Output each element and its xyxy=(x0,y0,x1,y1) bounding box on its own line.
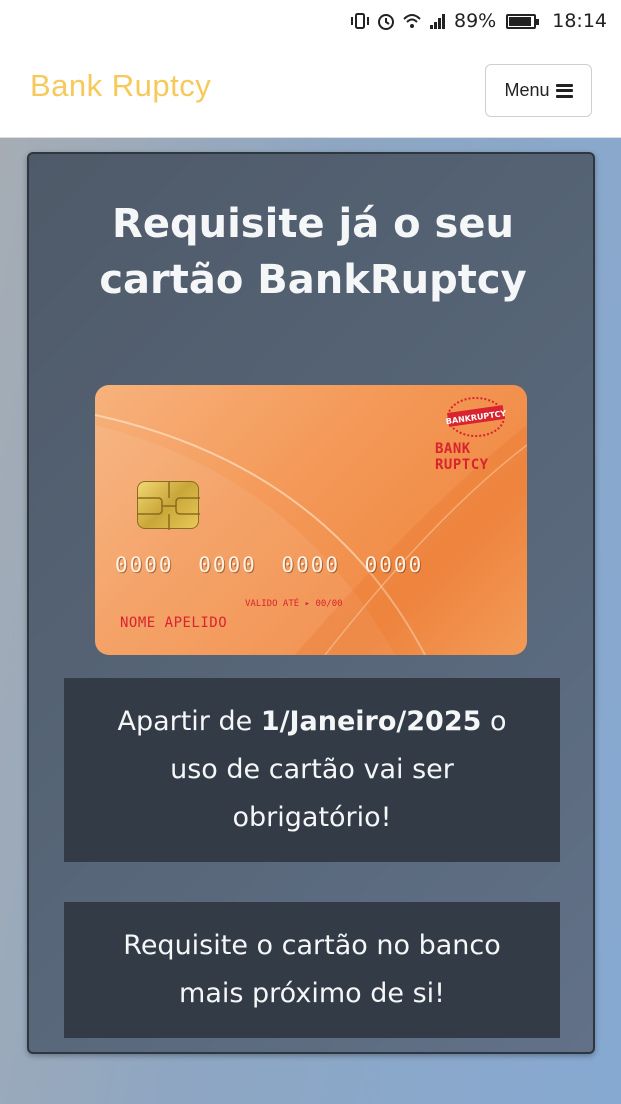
notice-text: Apartir de 1/Janeiro/2025 o uso de cartã… xyxy=(94,698,530,842)
main-panel: Requisite já o seu cartão BankRuptcy BAN… xyxy=(27,152,595,1054)
signal-icon xyxy=(430,14,445,29)
alarm-icon xyxy=(378,14,394,30)
menu-label: Menu xyxy=(504,80,550,100)
page-title: Requisite já o seu cartão BankRuptcy xyxy=(99,201,527,303)
card-chip-icon xyxy=(137,481,200,530)
vibrate-icon xyxy=(351,13,369,29)
status-icons: 89% 18:14 xyxy=(350,10,607,32)
battery-icon xyxy=(506,13,540,29)
notice-box: Apartir de 1/Janeiro/2025 o uso de cartã… xyxy=(64,678,560,862)
credit-card-image: BANKRUPTCY BANK RUPTCY 0000 0000 0000 00… xyxy=(95,385,527,655)
bars-icon xyxy=(555,83,573,98)
cta-box: Requisite o cartão no banco mais próximo… xyxy=(64,902,560,1038)
card-valid-thru: VALIDO ATÉ ▸ 00/00 xyxy=(245,599,343,609)
status-bar: 89% 18:14 xyxy=(0,0,621,42)
card-holder-name: NOME APELIDO xyxy=(120,615,228,631)
menu-button[interactable]: Menu xyxy=(485,64,592,117)
card-number: 0000 0000 0000 0000 xyxy=(115,553,424,577)
navbar: Bank Ruptcy Menu xyxy=(0,42,621,138)
bankruptcy-stamp-icon: BANKRUPTCY xyxy=(445,397,507,437)
notice-prefix: Apartir de xyxy=(117,706,261,737)
wifi-icon xyxy=(403,14,421,28)
brand-logo[interactable]: Bank Ruptcy xyxy=(30,68,211,104)
cta-text: Requisite o cartão no banco mais próximo… xyxy=(123,930,501,1009)
status-time: 18:14 xyxy=(552,10,607,32)
battery-percent: 89% xyxy=(454,10,497,32)
notice-date: 1/Janeiro/2025 xyxy=(260,706,482,737)
card-brand: BANK RUPTCY xyxy=(435,441,489,473)
